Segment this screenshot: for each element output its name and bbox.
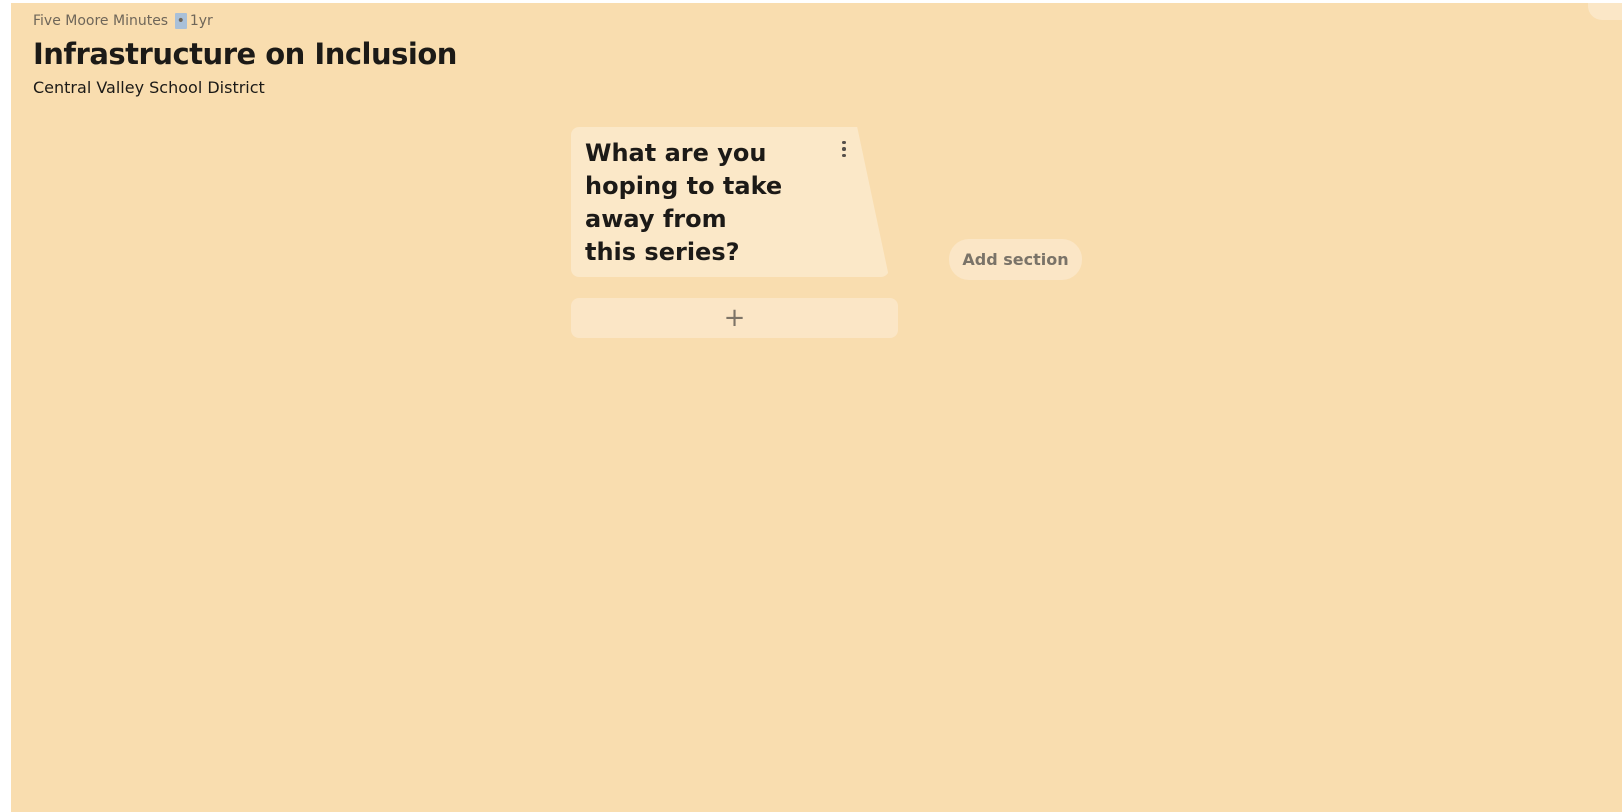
add-post-button[interactable]: + (571, 298, 898, 338)
channel-name[interactable]: Five Moore Minutes (33, 13, 168, 29)
plus-icon: + (723, 303, 746, 333)
board-age: 1yr (189, 13, 213, 29)
post-card-text: What are you hoping to take away from th… (585, 139, 783, 266)
board-section: What are you hoping to take away from th… (571, 127, 901, 338)
page-subtitle: Central Valley School District (33, 78, 265, 97)
meta-separator: • (174, 13, 187, 29)
page-header: Five Moore Minutes • 1yr Infrastructure o… (33, 11, 457, 99)
post-card[interactable]: What are you hoping to take away from th… (571, 127, 889, 277)
corner-button[interactable] (1588, 3, 1622, 20)
board-meta: Five Moore Minutes • 1yr (33, 11, 457, 31)
add-section-button[interactable]: Add section (949, 239, 1082, 280)
vertical-ellipsis-icon[interactable] (837, 139, 851, 159)
board-canvas: Five Moore Minutes • 1yr Infrastructure o… (11, 3, 1622, 812)
page-title: Infrastructure on Inclusion (33, 37, 457, 71)
